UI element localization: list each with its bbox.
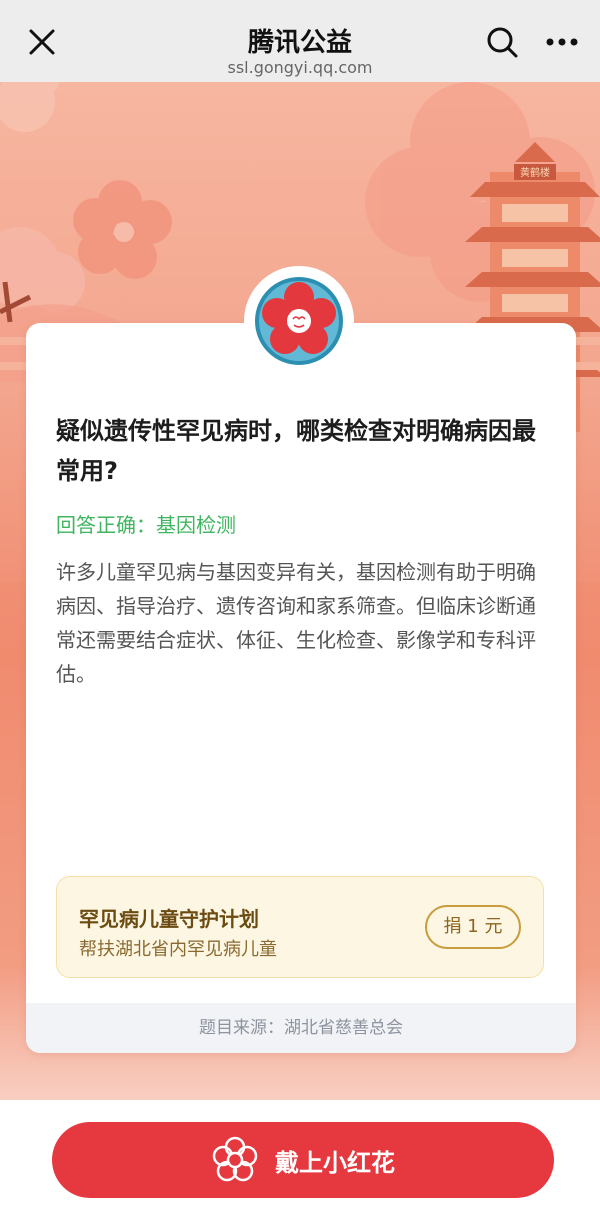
charity-project-card[interactable]: 罕见病儿童守护计划 帮扶湖北省内罕见病儿童 捐 1 元 bbox=[56, 876, 544, 978]
question-source: 题目来源：湖北省慈善总会 bbox=[26, 1003, 576, 1053]
answer-explanation: 许多儿童罕见病与基因变异有关，基因检测有助于明确病因、指导治疗、遗传咨询和家系筛… bbox=[56, 560, 536, 686]
wear-red-flower-label: 戴上小红花 bbox=[275, 1148, 395, 1177]
project-name: 罕见病儿童守护计划 bbox=[79, 907, 259, 931]
donate-button[interactable]: 捐 1 元 bbox=[425, 905, 521, 949]
red-flower-icon bbox=[255, 277, 343, 365]
left-tree bbox=[0, 227, 85, 312]
red-flower-icon bbox=[212, 1136, 258, 1182]
top-navigation-bar: 腾讯公益 ssl.gongyi.qq.com bbox=[0, 0, 600, 82]
tower-sign: 黄鹤楼 bbox=[520, 166, 550, 179]
more-options-button[interactable] bbox=[540, 22, 584, 62]
quiz-question: 疑似遗传性罕见病时，哪类检查对明确病因最常用? bbox=[56, 417, 536, 485]
more-icon bbox=[546, 38, 578, 46]
quiz-card: 疑似遗传性罕见病时，哪类检查对明确病因最常用? 回答正确：基因检测 许多儿童罕见… bbox=[26, 323, 576, 1053]
small-blossom bbox=[73, 180, 172, 279]
project-description: 帮扶湖北省内罕见病儿童 bbox=[79, 939, 277, 960]
answer-result: 回答正确：基因检测 bbox=[56, 513, 236, 537]
wear-red-flower-button[interactable]: 戴上小红花 bbox=[52, 1122, 554, 1198]
mascot-avatar bbox=[244, 266, 354, 376]
search-button[interactable] bbox=[482, 22, 522, 62]
search-icon bbox=[487, 27, 518, 58]
